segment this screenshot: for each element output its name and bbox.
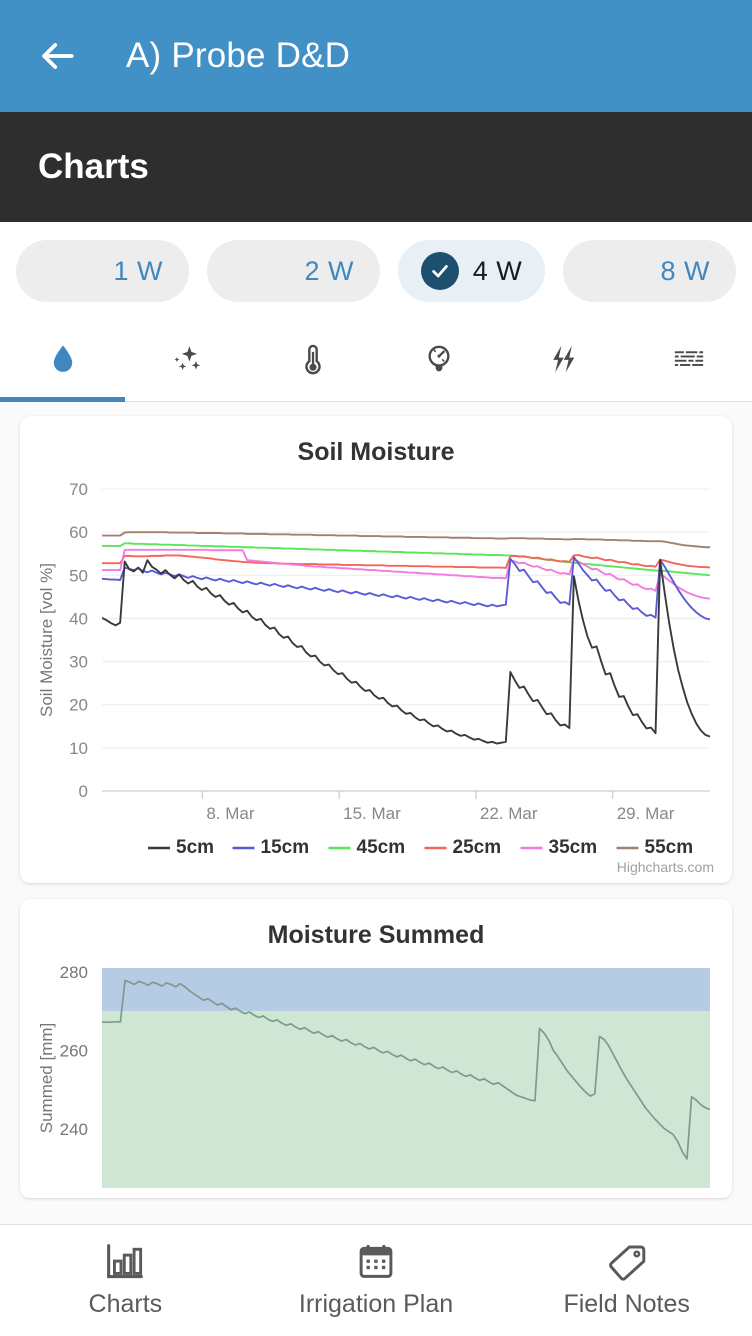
range-chip-1w[interactable]: 1 W [16, 240, 189, 302]
page-title: A) Probe D&D [126, 36, 351, 75]
range-chip-group: 1 W 2 W 4 W 8 W [0, 222, 752, 316]
range-chip-2w[interactable]: 2 W [207, 240, 380, 302]
svg-text:0: 0 [79, 782, 88, 801]
svg-text:240: 240 [60, 1120, 88, 1139]
svg-text:60: 60 [69, 523, 88, 542]
back-button[interactable] [34, 33, 80, 79]
svg-text:55cm: 55cm [645, 837, 694, 858]
data-rows-icon [675, 350, 704, 366]
range-chip-label: 2 W [304, 255, 354, 286]
svg-text:5cm: 5cm [176, 837, 214, 858]
chart-title-soil-moisture: Soil Moisture [297, 438, 455, 466]
gauge-icon [428, 345, 450, 371]
app-bar: A) Probe D&D [0, 0, 752, 112]
svg-text:40: 40 [69, 609, 88, 628]
svg-text:Soil Moisture [vol %]: Soil Moisture [vol %] [37, 563, 56, 717]
section-header: Charts [0, 112, 752, 222]
sparkles-icon [174, 345, 201, 370]
tab-raw-data[interactable] [627, 316, 752, 401]
svg-text:280: 280 [60, 963, 88, 982]
range-chip-8w[interactable]: 8 W [563, 240, 736, 302]
svg-text:30: 30 [69, 653, 88, 672]
range-chip-label: 1 W [113, 255, 163, 286]
bottom-navigation: Charts Irrigation Plan Field Notes [0, 1224, 752, 1336]
metric-tab-bar [0, 316, 752, 402]
range-chip-4w[interactable]: 4 W [398, 240, 545, 302]
tag-icon [608, 1245, 645, 1281]
range-chip-label: 4 W [472, 255, 523, 286]
svg-text:45cm: 45cm [357, 837, 406, 858]
soil-moisture-chart[interactable]: 0 10 20 30 40 50 60 70 8. Mar 15. Mar 22. Mar 29. M… [30, 473, 722, 873]
soil-moisture-card: Soil Moisture 0 10 20 30 40 50 60 70 8. Mar 15. M… [20, 416, 732, 883]
thermometer-icon [305, 344, 322, 374]
moisture-summed-card: Moisture Summed 240 260 280 Summed [mm] [20, 899, 732, 1198]
svg-text:8. Mar: 8. Mar [206, 804, 255, 823]
svg-text:260: 260 [60, 1042, 88, 1061]
svg-text:22. Mar: 22. Mar [480, 804, 538, 823]
tab-active-indicator [0, 397, 126, 402]
svg-text:29. Mar: 29. Mar [617, 804, 675, 823]
svg-text:25cm: 25cm [453, 837, 502, 858]
nav-item-field-notes[interactable]: Field Notes [501, 1242, 752, 1319]
moisture-summed-chart[interactable]: 240 260 280 Summed [mm] [30, 956, 722, 1188]
tab-temperature[interactable] [251, 316, 376, 401]
arrow-left-icon [42, 43, 74, 69]
svg-text:10: 10 [69, 739, 88, 758]
nav-label-field-notes: Field Notes [563, 1290, 690, 1318]
svg-text:Summed [mm]: Summed [mm] [37, 1023, 56, 1134]
lightning-bolts-icon [553, 345, 575, 372]
svg-text:50: 50 [69, 566, 88, 585]
nav-label-charts: Charts [88, 1290, 163, 1318]
charts-scroll-area[interactable]: Soil Moisture 0 10 20 30 40 50 60 70 8. Mar 15. M… [0, 402, 752, 1336]
nav-item-irrigation-plan[interactable]: Irrigation Plan [251, 1242, 502, 1319]
range-chip-label: 8 W [660, 255, 710, 286]
check-circle-icon [420, 252, 459, 290]
tab-conductivity[interactable] [501, 316, 626, 401]
svg-text:35cm: 35cm [549, 837, 598, 858]
calendar-icon [359, 1244, 393, 1278]
water-drop-icon [53, 345, 72, 372]
chart-title-moisture-summed: Moisture Summed [267, 921, 485, 949]
svg-text:15cm: 15cm [261, 837, 310, 858]
svg-text:70: 70 [69, 480, 88, 499]
tab-salinity[interactable] [125, 316, 250, 401]
bar-chart-icon [107, 1244, 144, 1279]
app-screen: A) Probe D&D Charts 1 W 2 W 4 W 8 W Soil… [0, 0, 752, 1336]
tab-soil-moisture[interactable] [0, 316, 126, 402]
nav-item-charts[interactable]: Charts [0, 1242, 251, 1319]
svg-text:20: 20 [69, 696, 88, 715]
section-header-title: Charts [38, 147, 149, 186]
svg-text:15. Mar: 15. Mar [343, 804, 401, 823]
highcharts-credit[interactable]: Highcharts.com [617, 859, 714, 875]
nav-label-irrigation-plan: Irrigation Plan [298, 1290, 454, 1318]
tab-tension[interactable] [376, 316, 501, 401]
